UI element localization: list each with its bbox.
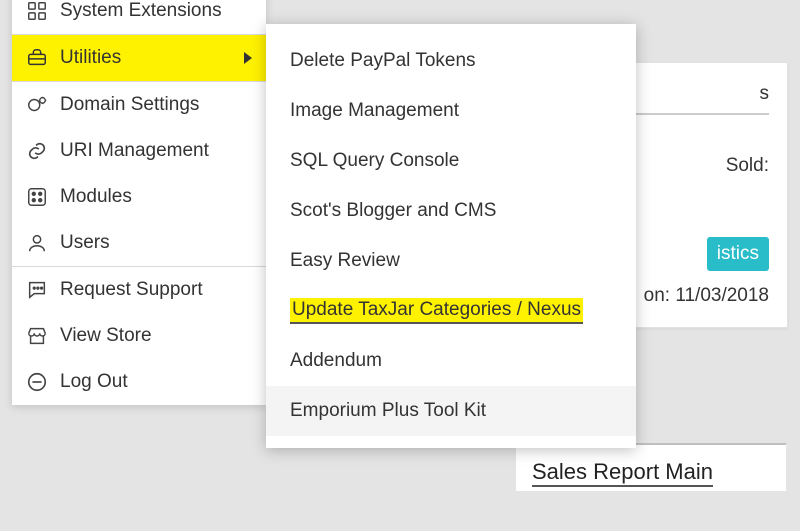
submenu-item-sql-query-console[interactable]: SQL Query Console bbox=[266, 136, 636, 186]
utilities-submenu: Delete PayPal Tokens Image Management SQ… bbox=[266, 24, 636, 448]
submenu-item-emporium-plus[interactable]: Emporium Plus Tool Kit bbox=[266, 386, 636, 436]
sales-report-link-area: Sales Report Main bbox=[516, 443, 786, 491]
sidebar-item-label: Modules bbox=[60, 186, 252, 208]
modules-icon bbox=[26, 186, 48, 208]
sidebar-group-3: Request Support View Store Log Out bbox=[12, 266, 266, 405]
extensions-icon bbox=[26, 0, 48, 22]
user-icon bbox=[26, 232, 48, 254]
sidebar-item-domain-settings[interactable]: Domain Settings bbox=[12, 82, 266, 128]
sidebar-item-label: Request Support bbox=[60, 279, 252, 301]
sidebar-item-log-out[interactable]: Log Out bbox=[12, 359, 266, 405]
submenu-item-update-taxjar: Update TaxJar Categories / Nexus bbox=[290, 298, 583, 324]
sidebar-nav: System Extensions Utilities bbox=[12, 0, 266, 405]
chevron-right-icon bbox=[244, 52, 252, 64]
sidebar-item-label: Utilities bbox=[60, 47, 232, 69]
store-icon bbox=[26, 325, 48, 347]
sales-report-link[interactable]: Sales Report Main bbox=[532, 459, 713, 487]
sidebar-item-label: System Extensions bbox=[60, 0, 252, 22]
logout-icon bbox=[26, 371, 48, 393]
sidebar-item-label: Users bbox=[60, 232, 252, 254]
sidebar-item-system-extensions[interactable]: System Extensions bbox=[12, 0, 266, 34]
sidebar-item-modules[interactable]: Modules bbox=[12, 174, 266, 220]
link-icon bbox=[26, 140, 48, 162]
sidebar-item-label: View Store bbox=[60, 325, 252, 347]
submenu-item-image-management[interactable]: Image Management bbox=[266, 86, 636, 136]
statistics-button[interactable]: istics bbox=[707, 237, 769, 271]
toolbox-icon bbox=[26, 47, 48, 69]
sidebar-group-1: Utilities bbox=[12, 34, 266, 81]
submenu-item-scots-blogger[interactable]: Scot's Blogger and CMS bbox=[266, 186, 636, 236]
sidebar-item-label: Log Out bbox=[60, 371, 252, 393]
sidebar-item-uri-management[interactable]: URI Management bbox=[12, 128, 266, 174]
sidebar-item-label: URI Management bbox=[60, 140, 252, 162]
submenu-item-delete-paypal-tokens[interactable]: Delete PayPal Tokens bbox=[266, 36, 636, 86]
submenu-item-easy-review[interactable]: Easy Review bbox=[266, 236, 636, 286]
sidebar-item-view-store[interactable]: View Store bbox=[12, 313, 266, 359]
sidebar-item-utilities[interactable]: Utilities bbox=[12, 35, 266, 81]
gear-globe-icon bbox=[26, 94, 48, 116]
submenu-item-update-taxjar-wrapper[interactable]: Update TaxJar Categories / Nexus bbox=[266, 286, 636, 336]
sidebar-item-users[interactable]: Users bbox=[12, 220, 266, 266]
sidebar-group-0: System Extensions bbox=[12, 0, 266, 34]
sidebar-item-request-support[interactable]: Request Support bbox=[12, 267, 266, 313]
chat-icon bbox=[26, 279, 48, 301]
submenu-item-addendum[interactable]: Addendum bbox=[266, 336, 636, 386]
sidebar-item-label: Domain Settings bbox=[60, 94, 252, 116]
sidebar-group-2: Domain Settings URI Management bbox=[12, 81, 266, 266]
